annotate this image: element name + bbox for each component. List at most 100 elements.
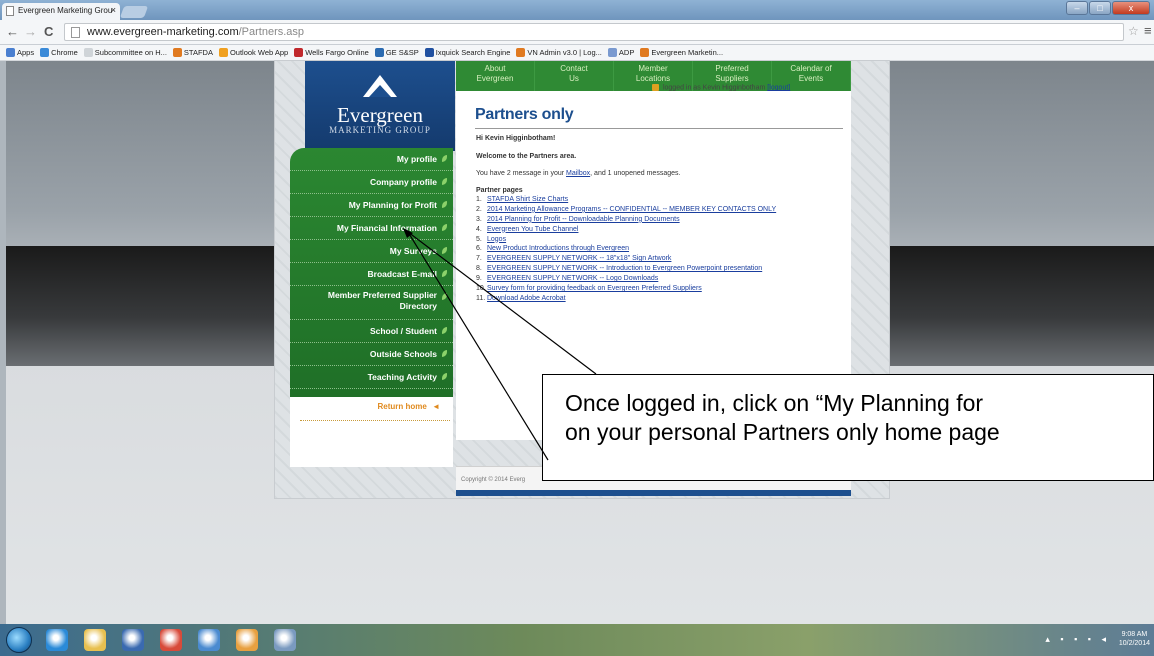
chrome-icon[interactable] — [160, 629, 182, 651]
bookmark-item[interactable]: Subcommittee on H... — [83, 48, 167, 57]
sidebar-item-label: My profile — [396, 154, 437, 164]
sidebar-item[interactable]: Member Preferred Supplier Directory — [290, 286, 453, 320]
partner-page-link[interactable]: Evergreen You Tube Channel — [487, 226, 578, 233]
bookmark-star-icon[interactable]: ☆ — [1128, 24, 1139, 38]
network-icon[interactable] — [198, 629, 220, 651]
partner-page-link[interactable]: STAFDA Shirt Size Charts — [487, 196, 568, 203]
bookmark-item[interactable]: STAFDA — [172, 48, 213, 57]
list-item: 8. EVERGREEN SUPPLY NETWORK -- Introducti… — [476, 265, 776, 275]
window-controls: – □ x — [1066, 1, 1150, 15]
bookmark-item[interactable]: GE S&SP — [374, 48, 419, 57]
sidebar-item[interactable]: Broadcast E-mail — [290, 263, 453, 286]
list-number: 8. — [476, 265, 482, 273]
tab-title: Evergreen Marketing Grou — [18, 6, 113, 15]
bookmark-item[interactable]: Chrome — [40, 48, 78, 57]
bookmark-item[interactable]: Wells Fargo Online — [294, 48, 369, 57]
list-number: 7. — [476, 255, 482, 263]
explorer-icon[interactable] — [84, 629, 106, 651]
sidebar-item[interactable]: Outside Schools — [290, 343, 453, 366]
bookmark-item[interactable]: Evergreen Marketin... — [640, 48, 723, 57]
clock[interactable]: 9:08 AM 10/2/2014 — [1119, 630, 1150, 648]
partner-page-link[interactable]: 2014 Planning for Profit -- Downloadable… — [487, 216, 680, 223]
topnav-label: Member — [638, 64, 668, 73]
browser-tab[interactable]: Evergreen Marketing Grou × — [2, 3, 120, 20]
bookmark-label: GE S&SP — [385, 48, 419, 57]
list-item: 5. Logos — [476, 236, 776, 246]
sidebar-item-label: School / Student — [369, 326, 437, 336]
partner-page-link[interactable]: New Product Introductions through Evergr… — [487, 245, 629, 252]
maximize-button[interactable]: □ — [1089, 1, 1111, 15]
return-home-label: Return home — [377, 402, 427, 411]
bookmark-label: Wells Fargo Online — [305, 48, 369, 57]
forward-button[interactable]: → — [24, 24, 37, 39]
bookmark-item[interactable]: Outlook Web App — [218, 48, 288, 57]
system-tray-icons[interactable]: ▴ ▪ ▪ ▪ ◂ — [1045, 634, 1110, 645]
start-button[interactable] — [6, 627, 32, 653]
logo-subtitle: MARKETING GROUP — [329, 125, 431, 135]
partner-page-link[interactable]: Logos — [487, 236, 506, 243]
sidebar-item[interactable]: My profile — [290, 148, 453, 171]
close-window-button[interactable]: x — [1112, 1, 1150, 15]
bookmark-item[interactable]: VN Admin v3.0 | Log... — [516, 48, 602, 57]
sidebar-item[interactable]: Teaching Activity — [290, 366, 453, 389]
logout-link[interactable]: [logout] — [767, 84, 790, 91]
reload-button[interactable]: C — [44, 24, 53, 39]
url-path: /Partners.asp — [238, 26, 305, 38]
browser-toolbar: ← → C www.evergreen-marketing.com/Partne… — [0, 20, 1154, 45]
bookmark-icon — [83, 48, 93, 57]
list-item: 10.Survey form for providing feedback on… — [476, 285, 776, 295]
bookmark-icon — [172, 48, 182, 57]
ie-icon[interactable] — [46, 629, 68, 651]
partner-page-link[interactable]: EVERGREEN SUPPLY NETWORK -- Introduction… — [487, 265, 762, 272]
partner-page-link[interactable]: EVERGREEN SUPPLY NETWORK -- 18"x18" Sign… — [487, 255, 671, 262]
bookmark-label: Evergreen Marketin... — [651, 48, 724, 57]
tab-close-icon[interactable]: × — [111, 5, 116, 15]
bookmark-item[interactable]: Ixquick Search Engine — [424, 48, 510, 57]
partner-page-link[interactable]: 2014 Marketing Allowance Programs -- CON… — [487, 206, 776, 213]
back-button[interactable]: ← — [6, 24, 19, 39]
bookmark-icon — [424, 48, 434, 57]
partner-page-link[interactable]: Survey form for providing feedback on Ev… — [487, 285, 702, 292]
message-prefix: You have 2 message in your — [476, 170, 567, 177]
topnav-label: About — [484, 64, 506, 73]
list-number: 11. — [476, 294, 486, 302]
topnav-label: Evergreen — [476, 74, 514, 83]
sidebar-item[interactable]: Company profile — [290, 171, 453, 194]
topnav-label: Contact — [560, 64, 588, 73]
sidebar-item[interactable]: My Financial Information — [290, 217, 453, 240]
media-icon[interactable] — [122, 629, 144, 651]
leaf-icon — [442, 247, 447, 254]
new-tab-button[interactable] — [119, 6, 149, 18]
sidebar-item[interactable]: School / Student — [290, 320, 453, 343]
tree-icon-inner — [369, 85, 391, 97]
minimize-button[interactable]: – — [1066, 1, 1088, 15]
list-number: 10. — [476, 285, 486, 293]
bookmark-label: VN Admin v3.0 | Log... — [527, 48, 602, 57]
topnav-item[interactable]: About Evergreen — [456, 61, 535, 91]
address-bar[interactable]: www.evergreen-marketing.com/Partners.asp — [64, 23, 1124, 41]
list-item: 7. EVERGREEN SUPPLY NETWORK -- 18"x18" Si… — [476, 255, 776, 265]
window-icon[interactable] — [274, 629, 296, 651]
topnav-label: Suppliers — [715, 74, 749, 83]
sidebar-item[interactable]: My Planning for Profit — [290, 194, 453, 217]
mail-icon[interactable] — [236, 629, 258, 651]
topnav-item[interactable]: Contact Us — [535, 61, 614, 91]
sidebar-item[interactable]: My Surveys — [290, 240, 453, 263]
clock-date: 10/2/2014 — [1118, 640, 1150, 647]
footer-bar — [456, 490, 851, 496]
partner-page-link[interactable]: Download Adobe Acrobat — [487, 295, 566, 302]
menu-icon[interactable]: ≡ — [1144, 23, 1152, 38]
evergreen-logo[interactable]: Evergreen MARKETING GROUP — [305, 61, 455, 151]
leaf-icon — [442, 373, 447, 380]
return-home-link[interactable]: Return home ◄ — [300, 397, 450, 421]
bookmark-item[interactable]: ADP — [607, 48, 634, 57]
sidebar-item-label: Broadcast E-mail — [367, 269, 437, 279]
list-item: 11. Download Adobe Acrobat — [476, 295, 776, 305]
list-item: 2. 2014 Marketing Allowance Programs -- C… — [476, 206, 776, 216]
bookmark-item[interactable]: Apps — [6, 48, 34, 57]
mailbox-link[interactable]: Mailbox — [566, 170, 590, 177]
bookmark-label: Apps — [17, 48, 35, 57]
partner-page-link[interactable]: EVERGREEN SUPPLY NETWORK -- Logo Downloa… — [487, 275, 658, 282]
lock-icon — [652, 84, 659, 91]
welcome-text: Welcome to the Partners area. — [476, 153, 577, 160]
